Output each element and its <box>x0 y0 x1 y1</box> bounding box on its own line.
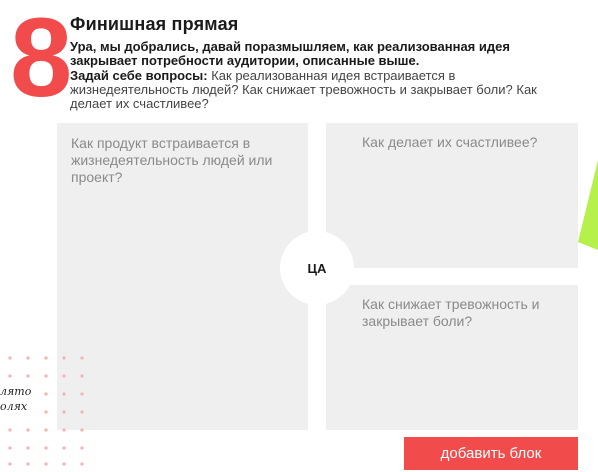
decorative-handwriting: лято олях <box>0 384 31 414</box>
panel-pain-relief-text: Как снижает тревожность и закрывает боли… <box>362 296 540 329</box>
panel-happiness[interactable]: Как делает их счастливее? <box>326 123 578 268</box>
questions-label: Задай себе вопросы: <box>70 68 208 83</box>
target-audience-circle: ЦА <box>280 231 354 305</box>
handwriting-line: лято <box>0 385 32 398</box>
add-block-button[interactable]: добавить блок <box>404 437 578 470</box>
section-title: Финишная прямая <box>70 14 239 34</box>
section-questions: Задай себе вопросы: Как реализованная ид… <box>70 69 575 111</box>
decorative-green-shape <box>578 160 598 250</box>
panel-happiness-text: Как делает их счастливее? <box>362 134 538 150</box>
section-intro: Ура, мы добрались, давай поразмышляем, к… <box>70 39 510 68</box>
target-audience-label: ЦА <box>307 260 327 276</box>
handwriting-line: олях <box>0 400 28 413</box>
panel-integration-text: Как продукт встраивается в жизнедеятельн… <box>71 135 273 185</box>
step-number: 8 <box>10 0 73 120</box>
panel-pain-relief[interactable]: Как снижает тревожность и закрывает боли… <box>326 285 578 430</box>
